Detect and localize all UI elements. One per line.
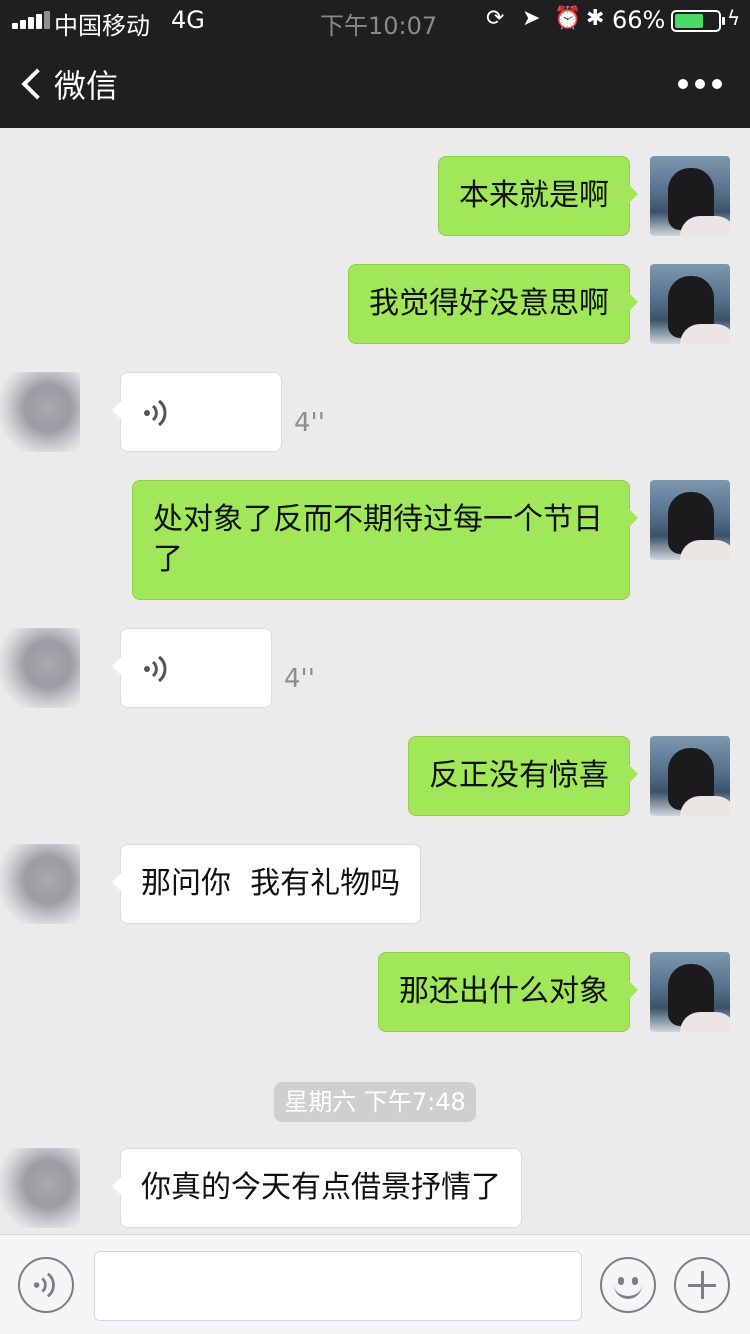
message-bubble[interactable]: 那问你 我有礼物吗 — [111, 844, 422, 924]
message-input[interactable] — [94, 1251, 582, 1321]
voice-message-bubble[interactable] — [112, 628, 272, 708]
plus-icon[interactable] — [674, 1257, 730, 1313]
more-dots-icon[interactable] — [678, 72, 722, 96]
charging-icon: ϟ — [727, 6, 741, 30]
voice-wave-icon — [33, 1272, 55, 1298]
chat-area[interactable]: 本来就是啊 我觉得好没意思啊 4'' 处对象了反而不期待过每一个节日了 4'' … — [0, 128, 750, 1234]
message-bubble[interactable]: 我觉得好没意思啊 — [348, 264, 638, 344]
bluetooth-icon: ✱ — [586, 6, 605, 31]
message-bubble[interactable]: 那还出什么对象 — [378, 952, 638, 1032]
emoji-icon[interactable] — [600, 1257, 656, 1313]
orientation-lock-icon: ⟳ — [486, 6, 505, 31]
voice-wave-icon — [144, 399, 167, 427]
message-bubble[interactable]: 处对象了反而不期待过每一个节日了 — [132, 480, 638, 600]
contact-avatar[interactable] — [0, 1148, 80, 1228]
status-time: 下午10:07 — [320, 12, 438, 40]
my-avatar[interactable] — [650, 264, 730, 344]
my-avatar[interactable] — [650, 480, 730, 560]
my-avatar[interactable] — [650, 736, 730, 816]
voice-wave-icon — [144, 655, 167, 683]
signal-icon — [12, 11, 50, 29]
alarm-icon: ⏰ — [554, 6, 582, 31]
voice-message-bubble[interactable] — [112, 372, 282, 452]
back-button[interactable]: 微信 — [14, 60, 118, 108]
status-bar: 中国移动 4G 下午10:07 ⟳ ➤ ⏰ ✱ 66% ϟ — [0, 0, 750, 40]
nav-bar: 微信 — [0, 40, 750, 128]
contact-avatar[interactable] — [0, 844, 80, 924]
battery-icon — [671, 10, 725, 32]
contact-avatar[interactable] — [0, 372, 80, 452]
message-bubble[interactable]: 本来就是啊 — [438, 156, 638, 236]
my-avatar[interactable] — [650, 952, 730, 1032]
voice-duration: 4'' — [284, 664, 315, 694]
contact-avatar[interactable] — [0, 628, 80, 708]
my-avatar[interactable] — [650, 156, 730, 236]
location-icon: ➤ — [522, 6, 541, 31]
back-label: 微信 — [54, 67, 119, 105]
chevron-left-icon — [21, 68, 53, 100]
top-bar: 中国移动 4G 下午10:07 ⟳ ➤ ⏰ ✱ 66% ϟ 微信 — [0, 0, 750, 128]
message-bubble[interactable]: 你真的今天有点借景抒情了 — [112, 1148, 522, 1228]
voice-input-icon[interactable] — [18, 1257, 74, 1313]
voice-duration: 4'' — [294, 408, 325, 438]
carrier-name: 中国移动 — [54, 12, 150, 40]
input-bar — [0, 1234, 750, 1334]
network-type: 4G — [171, 6, 205, 34]
chat-timestamp: 星期六 下午7:48 — [274, 1082, 476, 1122]
message-bubble[interactable]: 反正没有惊喜 — [408, 736, 638, 816]
battery-percent: 66% — [612, 6, 666, 34]
